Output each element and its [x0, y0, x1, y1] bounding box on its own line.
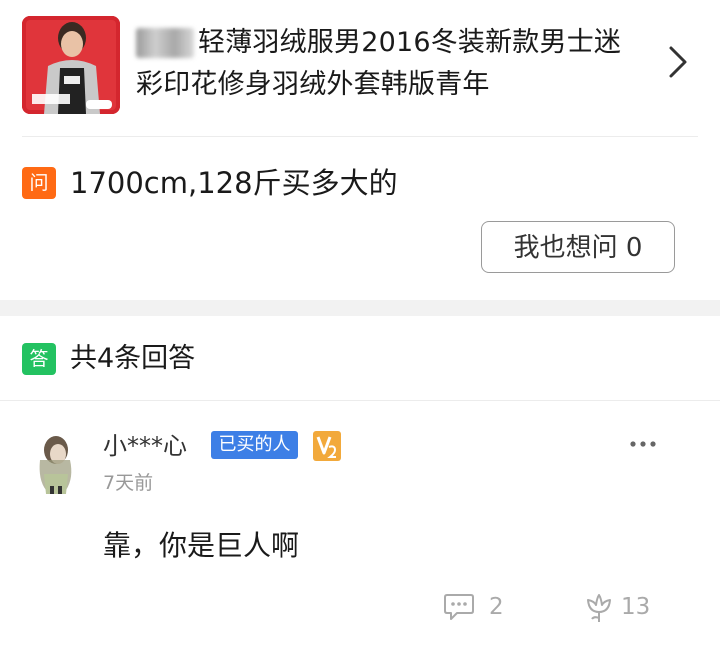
- buyer-badge: 已买的人: [211, 431, 298, 459]
- ask-too-button[interactable]: 我也想问 0: [481, 221, 675, 273]
- section-gap: [0, 300, 720, 316]
- product-header[interactable]: 轻薄羽绒服男2016冬装新款男士迷彩印花修身羽绒外套韩版青年: [0, 0, 720, 136]
- divider: [0, 400, 720, 401]
- username[interactable]: 小***心: [103, 428, 187, 464]
- chevron-right-icon[interactable]: [664, 42, 692, 82]
- avatar[interactable]: [28, 430, 84, 496]
- answer-count: 共4条回答: [70, 343, 196, 374]
- product-thumbnail[interactable]: [22, 16, 120, 114]
- answer-content: 靠，你是巨人啊: [103, 529, 300, 562]
- question-badge: 问: [22, 167, 56, 199]
- divider: [22, 136, 698, 137]
- question-text: 1700cm,128斤买多大的: [70, 166, 398, 200]
- more-options-icon[interactable]: [628, 434, 658, 454]
- comment-count: 2: [489, 594, 504, 620]
- level-badge-icon: [313, 431, 341, 461]
- answer-badge: 答: [22, 343, 56, 375]
- like-count: 13: [621, 594, 651, 620]
- flower-like-icon: [587, 594, 611, 622]
- comment-icon: [444, 594, 474, 620]
- product-title: 轻薄羽绒服男2016冬装新款男士迷彩印花修身羽绒外套韩版青年: [136, 27, 622, 100]
- answer-time: 7天前: [103, 472, 154, 494]
